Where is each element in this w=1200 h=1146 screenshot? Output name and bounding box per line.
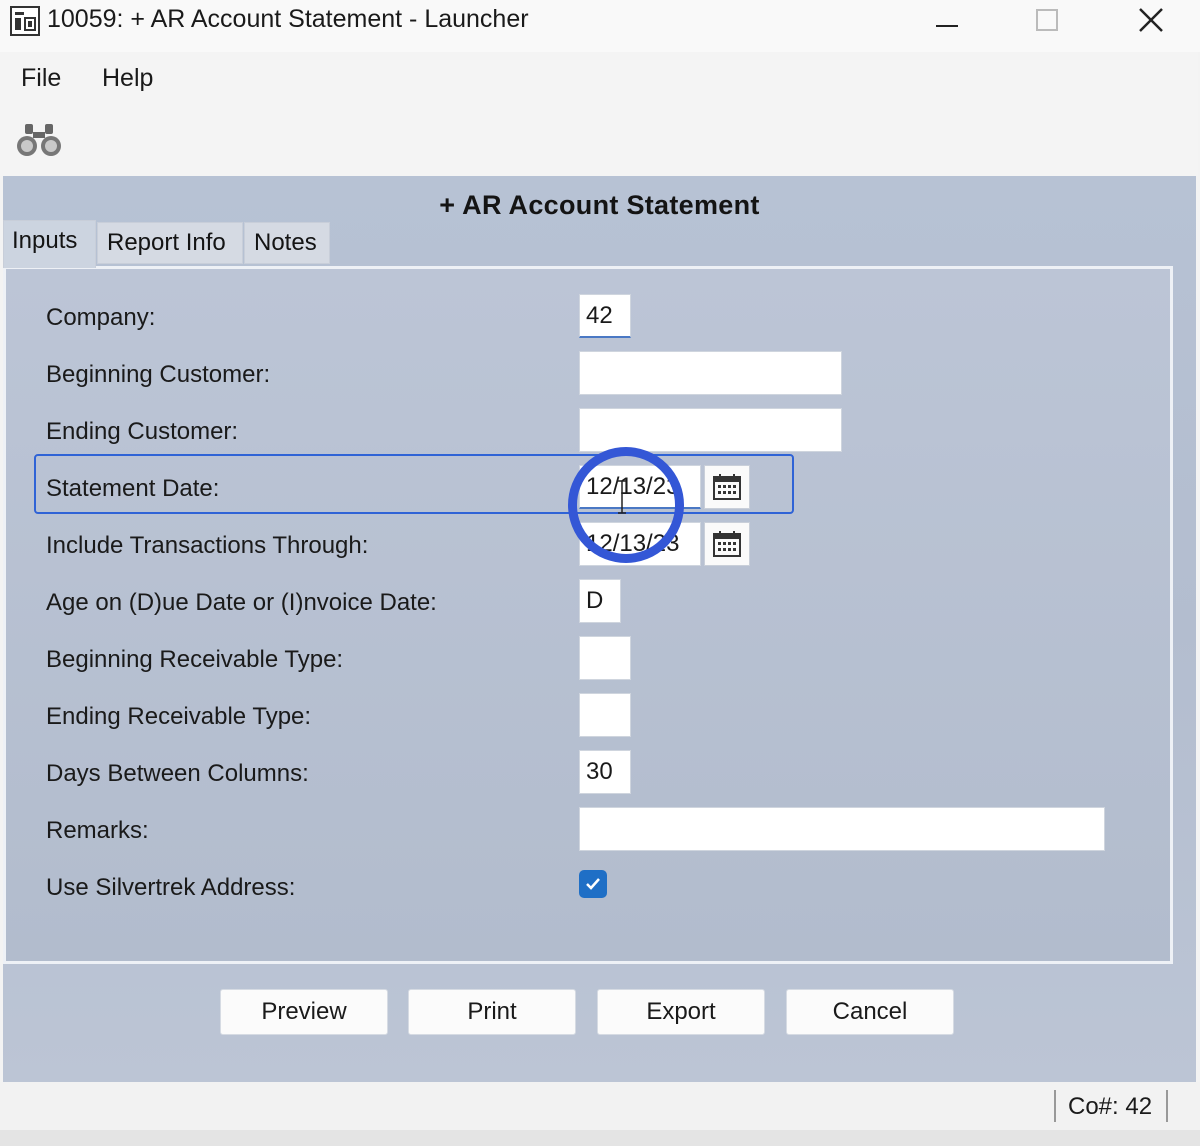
maximize-icon (1036, 9, 1058, 31)
use-silvertrek-address-checkbox[interactable] (579, 870, 607, 898)
minimize-icon (936, 25, 958, 27)
calendar-icon (713, 531, 741, 557)
beginning-receivable-type-input[interactable] (579, 636, 631, 680)
status-bar: Co#: 42 (0, 1082, 1200, 1130)
age-on-label: Age on (D)ue Date or (I)nvoice Date: (46, 589, 437, 616)
ending-customer-input[interactable] (579, 408, 842, 452)
remarks-input[interactable] (579, 807, 1105, 851)
tab-notes[interactable]: Notes (244, 222, 330, 264)
company-input[interactable]: 42 (579, 294, 631, 338)
ending-receivable-type-label: Ending Receivable Type: (46, 703, 312, 730)
print-button[interactable]: Print (408, 989, 576, 1035)
checkmark-icon (586, 878, 600, 890)
status-company: Co#: 42 (1068, 1093, 1153, 1120)
close-icon (1139, 8, 1163, 32)
tab-inputs[interactable]: Inputs (3, 220, 96, 268)
status-divider (1054, 1090, 1056, 1122)
ending-receivable-type-input[interactable] (579, 693, 631, 737)
company-label: Company: (46, 304, 156, 331)
export-button[interactable]: Export (597, 989, 765, 1035)
inputs-panel: Company: 42 Beginning Customer: Ending C… (3, 266, 1173, 964)
report-title: + AR Account Statement (439, 190, 760, 220)
use-silvertrek-address-label: Use Silvertrek Address: (46, 874, 296, 901)
main-panel: + AR Account Statement Inputs Report Inf… (3, 176, 1196, 1082)
menu-file[interactable]: File (21, 63, 61, 93)
maximize-button[interactable] (1017, 0, 1077, 40)
toolbar (0, 104, 1198, 176)
background-window-strip (0, 1130, 1200, 1146)
beginning-customer-input[interactable] (579, 351, 842, 395)
app-icon (10, 6, 40, 36)
tab-report-info[interactable]: Report Info (97, 222, 243, 264)
minimize-button[interactable] (917, 0, 977, 40)
preview-button[interactable]: Preview (220, 989, 388, 1035)
beginning-receivable-type-label: Beginning Receivable Type: (46, 646, 344, 673)
title-bar: 10059: + AR Account Statement - Launcher (0, 0, 1200, 52)
days-between-columns-input[interactable]: 30 (579, 750, 631, 794)
days-between-columns-label: Days Between Columns: (46, 760, 309, 787)
menu-bar: File Help (0, 52, 1198, 104)
close-button[interactable] (1121, 0, 1181, 40)
binoculars-icon[interactable] (15, 120, 63, 160)
beginning-customer-label: Beginning Customer: (46, 361, 271, 388)
age-on-input[interactable]: D (579, 579, 621, 623)
window-title: 10059: + AR Account Statement - Launcher (47, 5, 529, 33)
text-cursor-icon (618, 480, 626, 514)
remarks-label: Remarks: (46, 817, 149, 844)
cancel-button[interactable]: Cancel (786, 989, 954, 1035)
status-divider (1166, 1090, 1168, 1122)
include-through-label: Include Transactions Through: (46, 532, 369, 559)
menu-help[interactable]: Help (102, 63, 153, 93)
ending-customer-label: Ending Customer: (46, 418, 239, 445)
include-through-calendar-button[interactable] (704, 522, 750, 566)
